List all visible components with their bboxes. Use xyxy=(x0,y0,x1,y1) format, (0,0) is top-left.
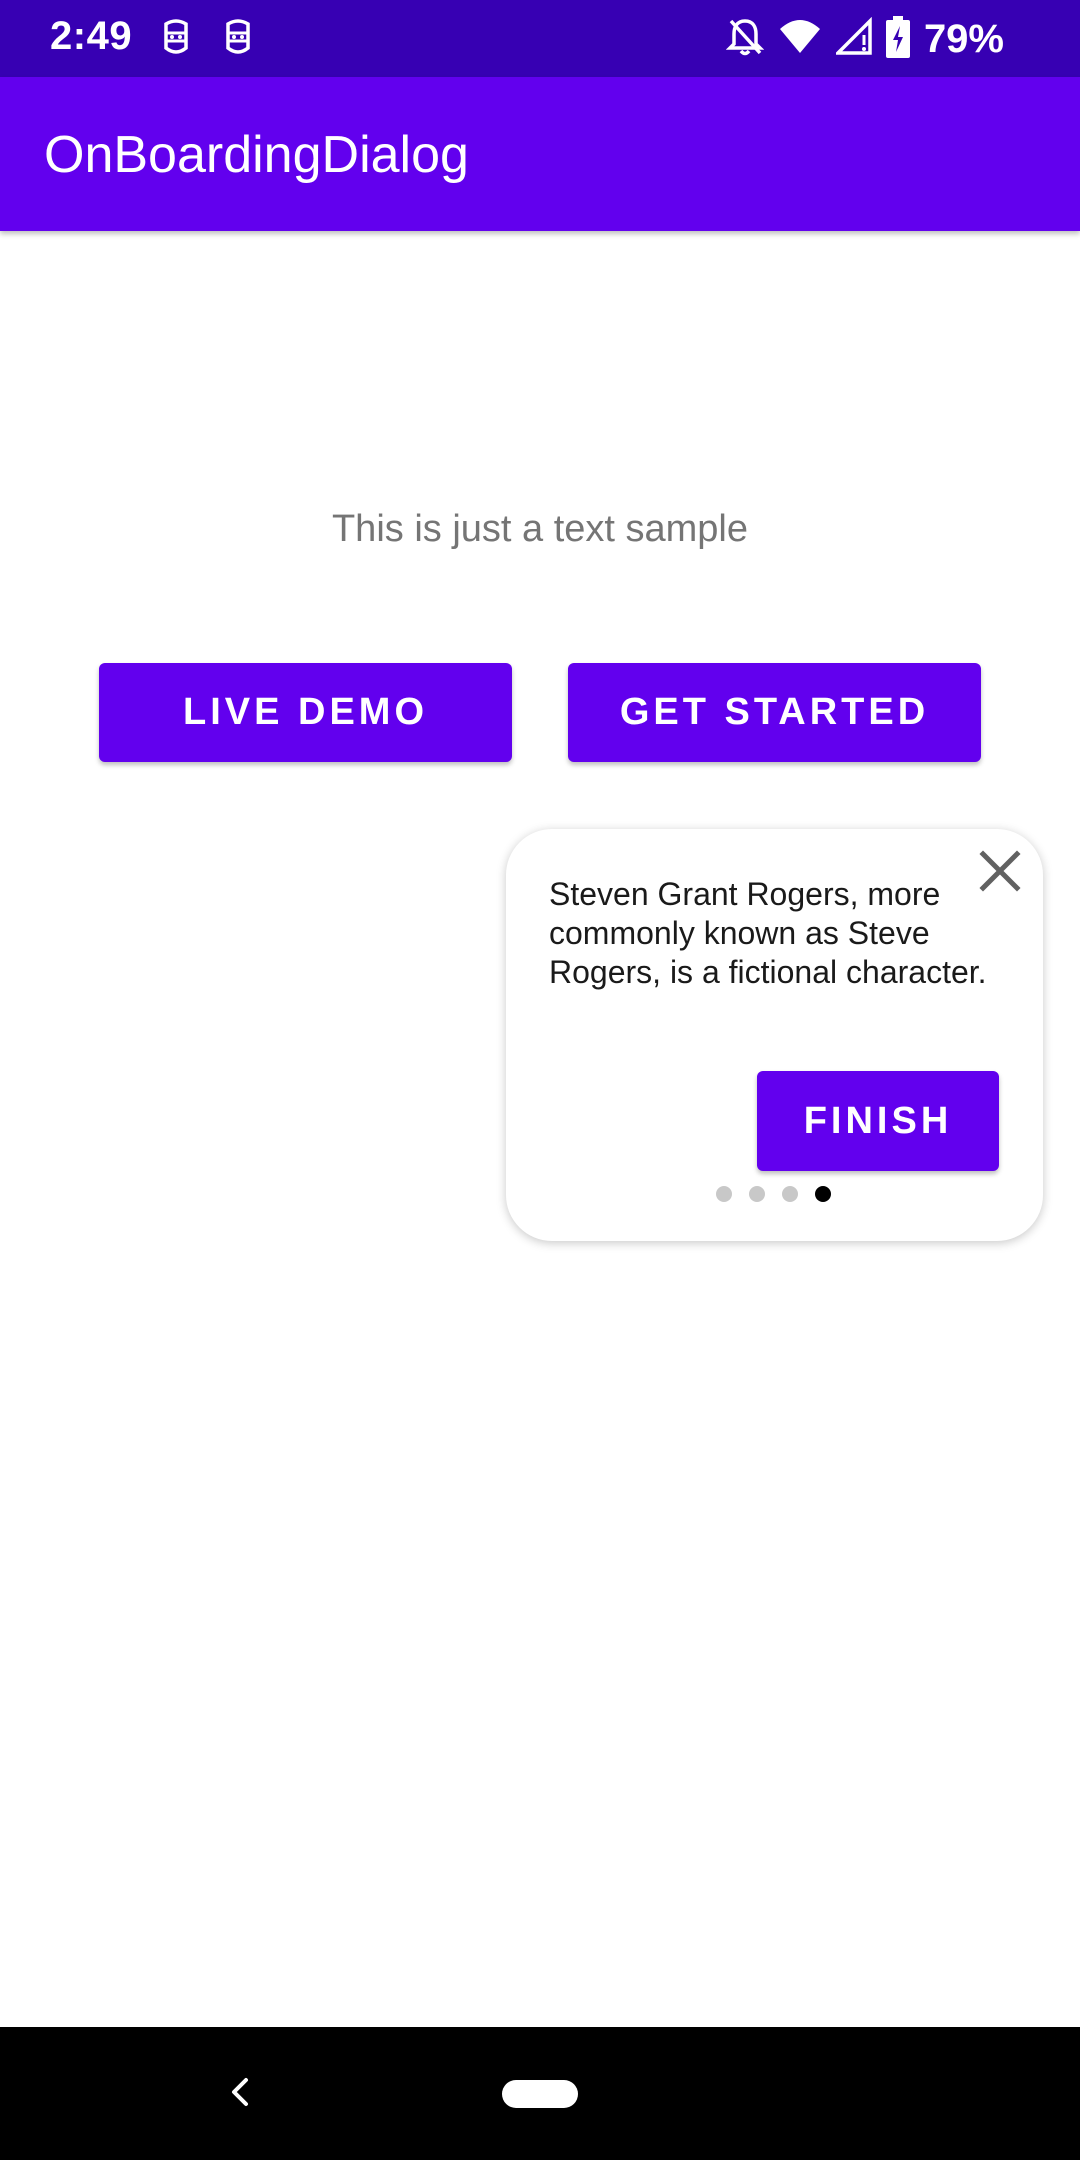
page-indicator xyxy=(716,1186,831,1202)
home-pill-icon[interactable] xyxy=(502,2080,578,2108)
navigation-bar xyxy=(0,2027,1080,2160)
notification-app-icon xyxy=(220,18,256,58)
app-bar: OnBoardingDialog xyxy=(0,77,1080,231)
battery-percent: 79% xyxy=(923,16,1004,61)
sample-text: This is just a text sample xyxy=(331,508,749,550)
status-time: 2:49 xyxy=(50,14,133,58)
finish-button[interactable]: FINISH xyxy=(757,1071,999,1171)
notification-app-icon xyxy=(158,18,194,58)
bell-off-icon xyxy=(725,17,765,62)
wifi-icon xyxy=(778,17,822,62)
back-icon[interactable] xyxy=(220,2072,260,2112)
live-demo-button[interactable]: LIVE DEMO xyxy=(99,663,512,762)
onboarding-tooltip: Steven Grant Rogers, more commonly known… xyxy=(506,829,1043,1241)
signal-icon xyxy=(833,16,872,62)
battery-charging-icon xyxy=(885,15,910,63)
page-indicator-dot xyxy=(749,1186,765,1202)
page-indicator-dot xyxy=(782,1186,798,1202)
get-started-button[interactable]: GET STARTED xyxy=(568,663,981,762)
status-bar: 2:49 79% xyxy=(0,0,1080,77)
app-title: OnBoardingDialog xyxy=(44,126,469,184)
page-indicator-dot-active xyxy=(815,1186,831,1202)
tooltip-body-text: Steven Grant Rogers, more commonly known… xyxy=(549,876,987,990)
page-indicator-dot xyxy=(716,1186,732,1202)
status-indicators: 79% xyxy=(725,14,1004,64)
screen: 2:49 79% OnBoardingDialog This is just a… xyxy=(0,0,1080,2160)
